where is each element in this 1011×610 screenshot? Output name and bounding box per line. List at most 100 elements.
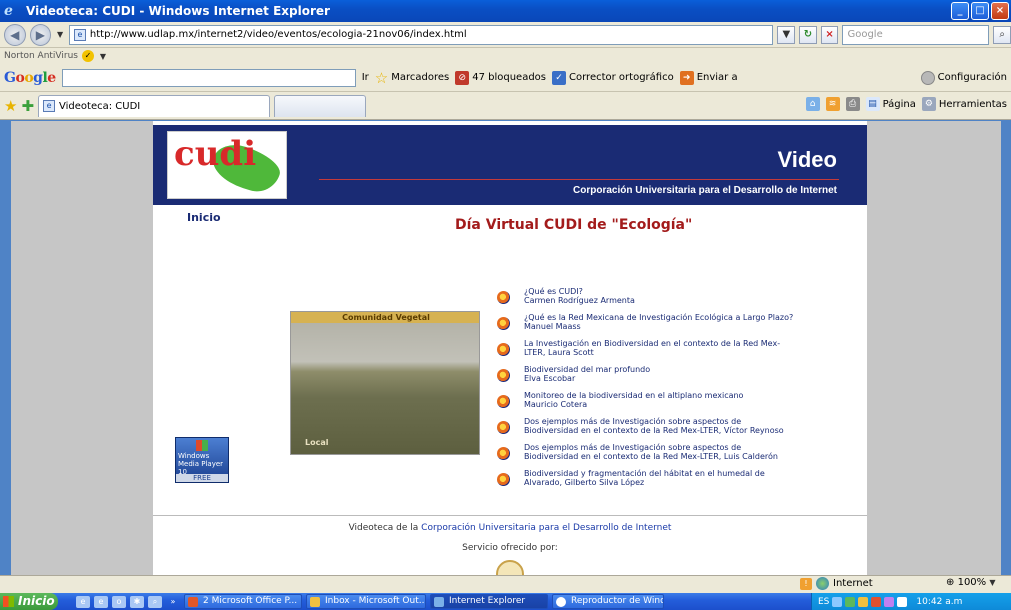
new-tab-button[interactable] bbox=[274, 94, 367, 117]
home-icon[interactable]: ⌂ bbox=[805, 97, 820, 111]
lecture-speaker[interactable]: Mauricio Cotera bbox=[524, 400, 743, 409]
play-icon[interactable] bbox=[497, 317, 510, 330]
lecture-speaker[interactable]: Biodiversidad en el contexto de la Red M… bbox=[524, 426, 784, 435]
list-item[interactable]: Dos ejemplos más de Investigación sobre … bbox=[497, 417, 827, 435]
quicklaunch-ie2-icon[interactable]: e bbox=[94, 595, 108, 608]
lecture-speaker[interactable]: LTER, Laura Scott bbox=[524, 348, 780, 357]
blocked-label: 47 bloqueados bbox=[472, 72, 547, 83]
search-input[interactable]: Google bbox=[842, 24, 990, 45]
footer-link[interactable]: Corporación Universitaria para el Desarr… bbox=[421, 523, 671, 533]
spellcheck-button[interactable]: ✓ Corrector ortográfico bbox=[552, 70, 674, 85]
list-item[interactable]: ¿Qué es CUDI? Carmen Rodríguez Armenta bbox=[497, 287, 827, 305]
address-dropdown-icon[interactable]: ▼ bbox=[777, 25, 796, 44]
window-title: Videoteca: CUDI - Windows Internet Explo… bbox=[26, 4, 330, 18]
page-icon: e bbox=[73, 28, 86, 41]
list-item[interactable]: La Investigación en Biodiversidad en el … bbox=[497, 339, 827, 357]
norton-dropdown-icon[interactable]: ▼ bbox=[98, 52, 108, 61]
lecture-title[interactable]: ¿Qué es CUDI? bbox=[524, 287, 635, 296]
taskbar-item-ie[interactable]: Internet Explorer bbox=[430, 594, 548, 609]
page-menu-button[interactable]: ▤ Página bbox=[865, 97, 916, 111]
tray-volume-icon[interactable] bbox=[858, 596, 869, 607]
google-go-button[interactable]: Ir bbox=[362, 72, 369, 83]
taskbar-item-outlook[interactable]: Inbox - Microsoft Out... bbox=[306, 594, 426, 609]
play-icon[interactable] bbox=[497, 421, 510, 434]
lecture-speaker[interactable]: Elva Escobar bbox=[524, 374, 650, 383]
popup-blocker-icon: ⊘ bbox=[455, 70, 470, 85]
play-icon[interactable] bbox=[497, 447, 510, 460]
play-icon[interactable] bbox=[497, 395, 510, 408]
quicklaunch-more-icon[interactable]: » bbox=[166, 596, 180, 608]
list-item[interactable]: Biodiversidad y fragmentación del hábita… bbox=[497, 469, 827, 487]
play-icon[interactable] bbox=[497, 343, 510, 356]
security-zone[interactable]: ! Internet bbox=[800, 577, 873, 590]
lecture-speaker[interactable]: Carmen Rodríguez Armenta bbox=[524, 296, 635, 305]
start-button[interactable]: Inicio bbox=[0, 593, 58, 610]
play-icon[interactable] bbox=[497, 369, 510, 382]
quicklaunch-app-icon[interactable]: ✱ bbox=[130, 595, 144, 608]
spellcheck-label: Corrector ortográfico bbox=[569, 72, 674, 83]
lecture-title[interactable]: Dos ejemplos más de Investigación sobre … bbox=[524, 443, 778, 452]
tray-update-icon[interactable] bbox=[897, 596, 908, 607]
add-favorite-icon[interactable]: ✚ bbox=[21, 98, 34, 114]
minimize-icon[interactable]: _ bbox=[951, 2, 969, 20]
lecture-title[interactable]: Monitoreo de la biodiversidad en el alti… bbox=[524, 391, 743, 400]
taskbar-item-media-player[interactable]: Reproductor de Wind... bbox=[552, 594, 664, 609]
play-icon[interactable] bbox=[497, 291, 510, 304]
lecture-speaker[interactable]: Manuel Maass bbox=[524, 322, 793, 331]
url-text: http://www.udlap.mx/internet2/video/even… bbox=[89, 29, 467, 40]
tray-network-icon[interactable] bbox=[845, 596, 856, 607]
bookmarks-button[interactable]: ☆ Marcadores bbox=[375, 70, 449, 86]
windows-media-player-badge[interactable]: Windows Media Player 10 FREE bbox=[175, 437, 229, 483]
language-indicator[interactable]: ES bbox=[818, 597, 829, 607]
popup-blocker-button[interactable]: ⊘ 47 bloqueados bbox=[455, 70, 547, 85]
browser-viewport[interactable]: cudi Video Corporación Universitaria par… bbox=[11, 121, 1001, 575]
tools-menu-button[interactable]: ⚙ Herramientas bbox=[921, 97, 1007, 111]
settings-button[interactable]: Configuración bbox=[920, 70, 1007, 85]
close-icon[interactable]: × bbox=[991, 2, 1009, 20]
zoom-control[interactable]: ⊕ 100% ▼ bbox=[946, 577, 996, 588]
print-icon[interactable]: ⎙ bbox=[845, 97, 860, 111]
protected-mode-icon: ! bbox=[800, 577, 812, 590]
window-title-bar[interactable]: e Videoteca: CUDI - Windows Internet Exp… bbox=[0, 0, 1011, 22]
refresh-icon[interactable]: ↻ bbox=[799, 25, 817, 44]
feeds-icon[interactable]: ≋ bbox=[825, 97, 840, 111]
address-bar[interactable]: e http://www.udlap.mx/internet2/video/ev… bbox=[68, 24, 774, 45]
send-button[interactable]: ➜ Enviar a bbox=[679, 70, 738, 85]
lecture-title[interactable]: ¿Qué es la Red Mexicana de Investigación… bbox=[524, 313, 793, 322]
taskbar-item-office[interactable]: 2 Microsoft Office P... bbox=[184, 594, 302, 609]
history-dropdown-icon[interactable]: ▼ bbox=[55, 30, 65, 39]
quicklaunch-search-icon[interactable]: ⌕ bbox=[148, 595, 162, 608]
cudi-logo[interactable]: cudi bbox=[167, 131, 287, 199]
institution-seal-icon[interactable] bbox=[496, 560, 524, 575]
tray-messenger-icon[interactable] bbox=[884, 596, 895, 607]
quicklaunch-ie-icon[interactable]: e bbox=[76, 595, 90, 608]
search-icon[interactable]: ⌕ bbox=[993, 25, 1011, 44]
back-icon[interactable]: ◀ bbox=[4, 23, 26, 46]
tray-app-icon[interactable] bbox=[832, 596, 843, 607]
lecture-title[interactable]: Biodiversidad y fragmentación del hábita… bbox=[524, 469, 765, 478]
tray-antivirus-icon[interactable] bbox=[871, 596, 882, 607]
lecture-title[interactable]: Dos ejemplos más de Investigación sobre … bbox=[524, 417, 784, 426]
tools-gear-icon: ⚙ bbox=[921, 97, 936, 111]
gear-icon bbox=[920, 70, 935, 85]
play-icon[interactable] bbox=[497, 473, 510, 486]
list-item[interactable]: Biodiversidad del mar profundo Elva Escob… bbox=[497, 365, 827, 383]
tab-videoteca[interactable]: e Videoteca: CUDI bbox=[38, 94, 271, 117]
favorites-star-icon[interactable]: ★ bbox=[4, 98, 17, 114]
lecture-speaker[interactable]: Biodiversidad en el contexto de la Red M… bbox=[524, 452, 778, 461]
list-item[interactable]: ¿Qué es la Red Mexicana de Investigación… bbox=[497, 313, 827, 331]
list-item[interactable]: Dos ejemplos más de Investigación sobre … bbox=[497, 443, 827, 461]
google-search-input[interactable] bbox=[61, 68, 356, 87]
forward-icon[interactable]: ▶ bbox=[29, 23, 52, 46]
maximize-icon[interactable]: □ bbox=[971, 2, 989, 20]
stop-icon[interactable]: × bbox=[820, 25, 839, 44]
nav-home-link[interactable]: Inicio bbox=[187, 211, 221, 224]
clock[interactable]: 10:42 a.m bbox=[916, 597, 962, 607]
lecture-speaker[interactable]: Alvarado, Gilberto Silva López bbox=[524, 478, 765, 487]
video-player[interactable]: Comunidad Vegetal Local bbox=[290, 311, 480, 455]
norton-icon[interactable]: ✓ bbox=[81, 50, 94, 62]
quicklaunch-outlook-icon[interactable]: o bbox=[112, 595, 126, 608]
lecture-title[interactable]: La Investigación en Biodiversidad en el … bbox=[524, 339, 780, 348]
list-item[interactable]: Monitoreo de la biodiversidad en el alti… bbox=[497, 391, 827, 409]
lecture-title[interactable]: Biodiversidad del mar profundo bbox=[524, 365, 650, 374]
